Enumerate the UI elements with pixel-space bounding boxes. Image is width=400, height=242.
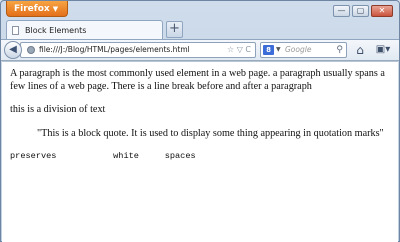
firefox-menu-button[interactable]: Firefox ▼ xyxy=(6,1,68,17)
url-bar-icons[interactable]: ☆ ▽ C xyxy=(227,43,251,57)
search-icon[interactable]: ⚲ xyxy=(336,43,343,57)
back-button[interactable]: ◀ xyxy=(4,41,22,59)
blockquote-text: "This is a block quote. It is used to di… xyxy=(37,128,384,139)
browser-window: Firefox ▼ — ▢ ✕ Block Elements + file:///… xyxy=(0,0,400,242)
tab-block-elements[interactable]: Block Elements xyxy=(6,20,163,40)
search-input[interactable]: Google xyxy=(285,43,311,57)
search-engine-dropdown-icon[interactable]: ▼ xyxy=(276,43,281,57)
page-icon xyxy=(12,26,19,35)
maximize-button[interactable]: ▢ xyxy=(352,5,369,17)
bookmarks-icon: ▣▾ xyxy=(375,44,391,55)
url-text[interactable]: file:///J:/Blog/HTML/pages/elements.html xyxy=(39,43,190,57)
home-button[interactable]: ⌂ xyxy=(352,42,368,58)
firefox-menu-label: Firefox xyxy=(14,4,50,14)
google-logo-icon[interactable]: 8 xyxy=(263,45,274,55)
globe-icon xyxy=(27,46,35,54)
navigation-toolbar: file:///J:/Blog/HTML/pages/elements.html… xyxy=(1,39,399,61)
preformatted-text: preserves white spaces xyxy=(10,151,196,161)
new-tab-button[interactable]: + xyxy=(166,21,183,38)
back-arrow-icon: ◀ xyxy=(9,44,17,55)
home-icon: ⌂ xyxy=(356,43,364,57)
tab-title: Block Elements xyxy=(25,26,87,35)
address-bar[interactable]: file:///J:/Blog/HTML/pages/elements.html… xyxy=(20,42,256,58)
search-bar[interactable]: 8 ▼ Google ⚲ xyxy=(260,42,347,58)
paragraph-text: A paragraph is the most commonly used el… xyxy=(10,68,385,92)
close-button[interactable]: ✕ xyxy=(371,5,393,17)
chevron-down-icon: ▼ xyxy=(52,5,59,13)
minimize-button[interactable]: — xyxy=(333,5,350,17)
bookmarks-button[interactable]: ▣▾ xyxy=(372,42,394,58)
division-text: this is a division of text xyxy=(10,104,106,115)
window-controls: — ▢ ✕ xyxy=(333,5,393,17)
page-content: A paragraph is the most commonly used el… xyxy=(2,61,398,242)
